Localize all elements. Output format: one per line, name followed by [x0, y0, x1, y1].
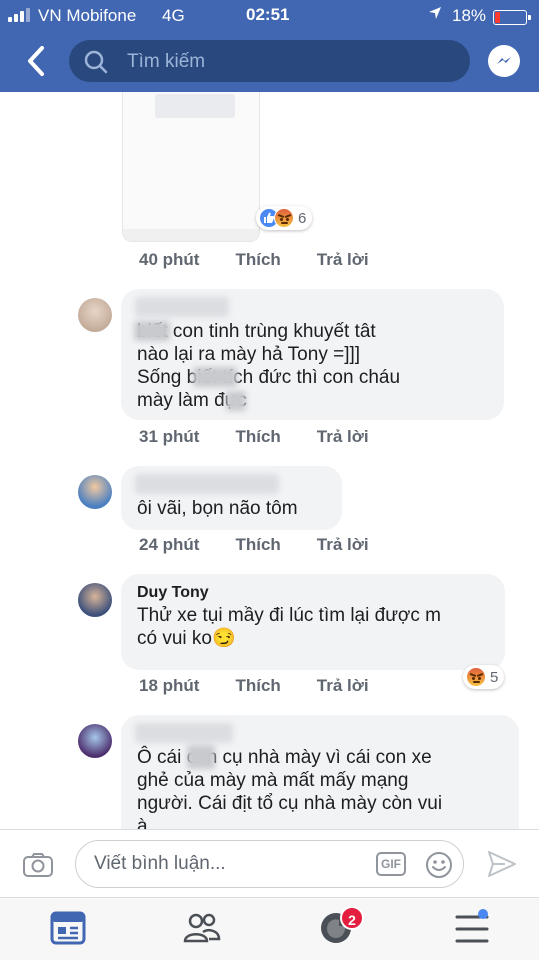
battery-icon [493, 10, 531, 25]
comment-author-name [135, 297, 229, 317]
comment-author-name[interactable]: Duy Tony [137, 584, 209, 602]
comment-image-thumbnail[interactable] [122, 92, 260, 242]
search-placeholder: Tìm kiếm [127, 51, 206, 72]
avatar[interactable] [78, 298, 112, 332]
bottom-navigation: 2 [0, 897, 539, 960]
friends-icon[interactable] [183, 910, 221, 951]
redacted-blur [134, 321, 170, 341]
angry-reaction-icon [466, 667, 486, 687]
location-arrow-icon [428, 6, 442, 24]
comment-time: 18 phút [139, 676, 200, 695]
thumbnail-content [155, 94, 255, 118]
status-bar: VN Mobifone 4G 02:51 18% [0, 4, 539, 26]
emoji-icon[interactable] [425, 851, 453, 884]
comment-bubble: ôi vãi, bọn não tôm [121, 466, 342, 530]
redacted-blur [193, 367, 237, 387]
reaction-summary[interactable]: 5 [463, 665, 505, 689]
avatar[interactable] [78, 583, 112, 617]
carrier-name: VN Mobifone [38, 6, 137, 25]
comment-text: Ô cái con cụ nhà mày vì cái con xe ghẻ c… [137, 747, 443, 837]
notification-badge: 2 [340, 906, 364, 930]
reaction-summary[interactable]: 6 [256, 206, 313, 230]
send-icon[interactable] [487, 850, 517, 883]
avatar[interactable] [78, 724, 112, 758]
menu-icon[interactable] [455, 914, 489, 949]
comment-time: 40 phút [139, 250, 200, 269]
reply-link[interactable]: Trả lời [317, 676, 369, 696]
reply-link[interactable]: Trả lời [317, 250, 369, 270]
reaction-count: 6 [298, 209, 307, 227]
comment-bubble: Duy Tony Thử xe tụi mầy đi lúc tìm lại đ… [121, 574, 505, 670]
comment-input[interactable]: Viết bình luận... GIF [75, 840, 464, 888]
search-icon [83, 49, 109, 80]
comment-text: ôi vãi, bọn não tôm [137, 498, 298, 519]
reply-link[interactable]: Trả lời [317, 535, 369, 555]
menu-new-dot [478, 909, 488, 919]
comment-time: 24 phút [139, 535, 200, 554]
comment-meta: 40 phút Thích Trả lời [139, 250, 405, 270]
avatar[interactable] [78, 475, 112, 509]
top-bar: VN Mobifone 4G 02:51 18% Tìm kiếm [0, 0, 539, 92]
comment-text: biết con tinh trùng khuyết tât nào lại r… [137, 321, 401, 411]
camera-icon[interactable] [22, 852, 54, 883]
comment-author-name [135, 723, 233, 743]
comment-composer: Viết bình luận... GIF [0, 829, 539, 897]
comment-time: 31 phút [139, 427, 200, 446]
like-link[interactable]: Thích [235, 427, 280, 447]
comment-bubble: biết con tinh trùng khuyết tât nào lại r… [121, 289, 504, 420]
back-arrow-icon[interactable] [22, 44, 52, 78]
reply-link[interactable]: Trả lời [317, 427, 369, 447]
reaction-count: 5 [490, 668, 499, 686]
comment-author-name [135, 474, 279, 494]
thumbnail-navbar [123, 229, 259, 241]
comment-placeholder: Viết bình luận... [94, 853, 226, 874]
network-type: 4G [162, 6, 185, 25]
search-input[interactable]: Tìm kiếm [69, 40, 470, 82]
gif-button[interactable]: GIF [376, 852, 406, 876]
comment-meta: 24 phút Thích Trả lời [139, 535, 405, 555]
news-feed-icon[interactable] [50, 910, 86, 951]
signal-icon [8, 8, 30, 22]
battery-percent: 18% [452, 6, 487, 25]
messenger-icon[interactable] [488, 45, 520, 77]
comment-bubble: Ô cái con cụ nhà mày vì cái con xe ghẻ c… [121, 715, 519, 845]
comment-text: Thử xe tụi mầy đi lúc tìm lại được m có … [137, 605, 441, 649]
redacted-blur [226, 391, 246, 411]
like-link[interactable]: Thích [235, 250, 280, 270]
angry-reaction-icon [274, 208, 294, 228]
clock: 02:51 [246, 5, 290, 24]
like-link[interactable]: Thích [235, 535, 280, 555]
like-link[interactable]: Thích [235, 676, 280, 696]
comment-meta: 31 phút Thích Trả lời [139, 427, 405, 447]
redacted-blur [187, 745, 215, 769]
comment-meta: 18 phút Thích Trả lời [139, 676, 405, 696]
